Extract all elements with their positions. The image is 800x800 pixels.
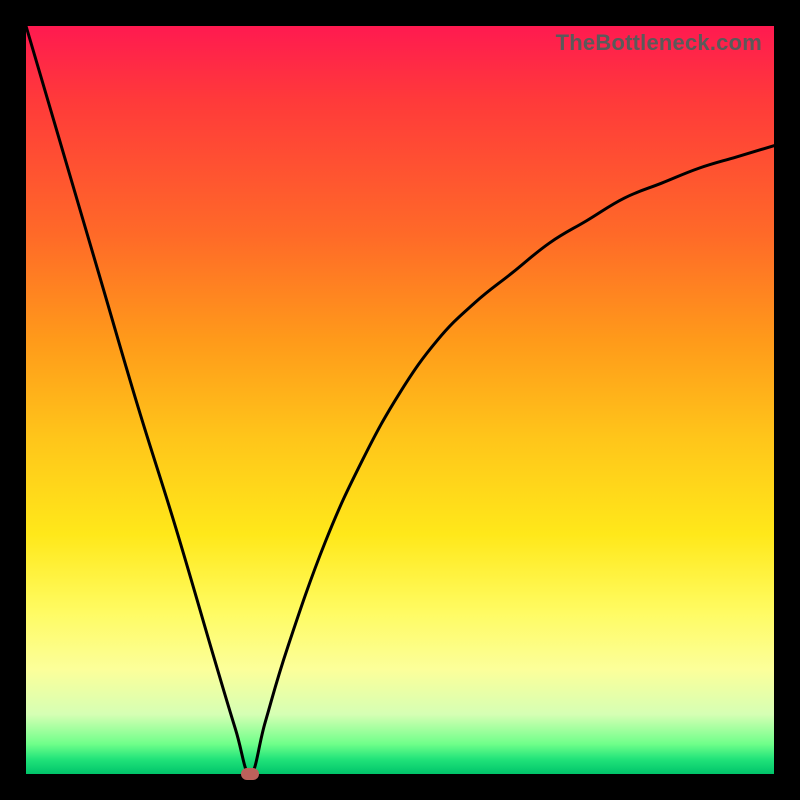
plot-area: TheBottleneck.com <box>26 26 774 774</box>
bottleneck-curve <box>26 26 774 774</box>
chart-frame: TheBottleneck.com <box>0 0 800 800</box>
minimum-marker <box>241 768 259 780</box>
